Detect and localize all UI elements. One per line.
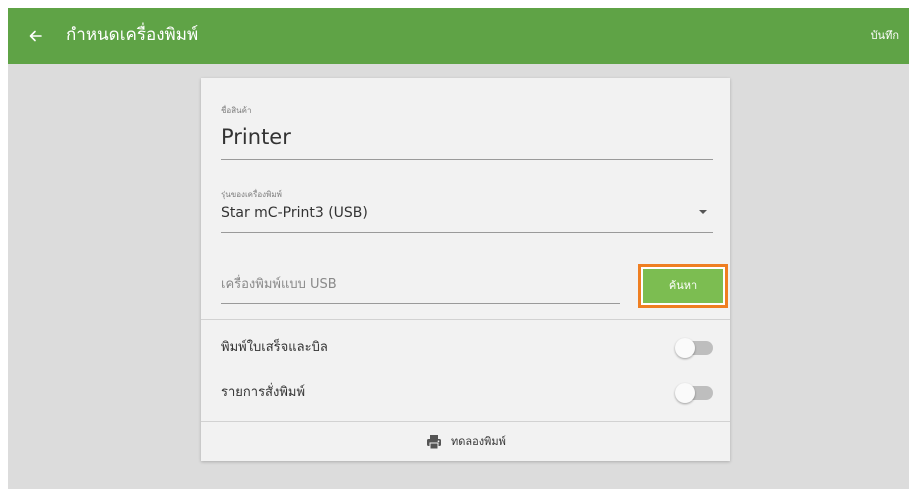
arrow-left-icon (29, 30, 42, 42)
search-button[interactable]: ค้นหา (643, 269, 723, 303)
page-title: กำหนดเครื่องพิมพ์ (66, 25, 199, 45)
product-name-value[interactable]: Printer (221, 124, 291, 150)
usb-printer-field[interactable] (221, 268, 620, 308)
product-name-underline (221, 159, 713, 160)
receipt-toggle-switch[interactable] (675, 338, 715, 358)
search-button-highlight[interactable]: ค้นหา (638, 264, 728, 308)
printer-settings-card: ชื่อสินค้า Printer รุ่นของเครื่องพิมพ์ S… (201, 78, 730, 461)
printer-icon (425, 433, 443, 451)
top-app-bar: กำหนดเครื่องพิมพ์ บันทึก (8, 8, 909, 64)
printer-model-underline (221, 232, 713, 233)
test-print-button[interactable]: ทดลองพิมพ์ (201, 422, 730, 461)
order-toggle-switch[interactable] (675, 383, 715, 403)
save-button[interactable]: บันทึก (871, 26, 899, 46)
product-name-label: ชื่อสินค้า (221, 106, 252, 115)
product-name-field[interactable]: ชื่อสินค้า Printer (221, 96, 713, 162)
receipt-toggle-label: พิมพ์ใบเสร็จและบิล (221, 340, 328, 355)
caret-down-icon[interactable] (699, 210, 707, 214)
printer-model-select[interactable]: รุ่นของเครื่องพิมพ์ Star mC-Print3 (USB) (221, 180, 713, 236)
test-print-label: ทดลองพิมพ์ (451, 435, 506, 448)
printer-model-value: Star mC-Print3 (USB) (221, 205, 368, 221)
toggle-knob (675, 383, 695, 403)
order-toggle-row: รายการสั่งพิมพ์ (221, 377, 713, 409)
section-divider (201, 319, 730, 320)
order-toggle-label: รายการสั่งพิมพ์ (221, 385, 306, 400)
toggle-knob (675, 338, 695, 358)
usb-printer-underline (221, 303, 620, 304)
printer-model-label: รุ่นของเครื่องพิมพ์ (221, 190, 282, 199)
app-window: กำหนดเครื่องพิมพ์ บันทึก ชื่อสินค้า Prin… (8, 8, 909, 489)
usb-printer-input[interactable] (221, 268, 620, 300)
back-button[interactable] (22, 22, 50, 50)
receipt-toggle-row: พิมพ์ใบเสร็จและบิล (221, 332, 713, 364)
